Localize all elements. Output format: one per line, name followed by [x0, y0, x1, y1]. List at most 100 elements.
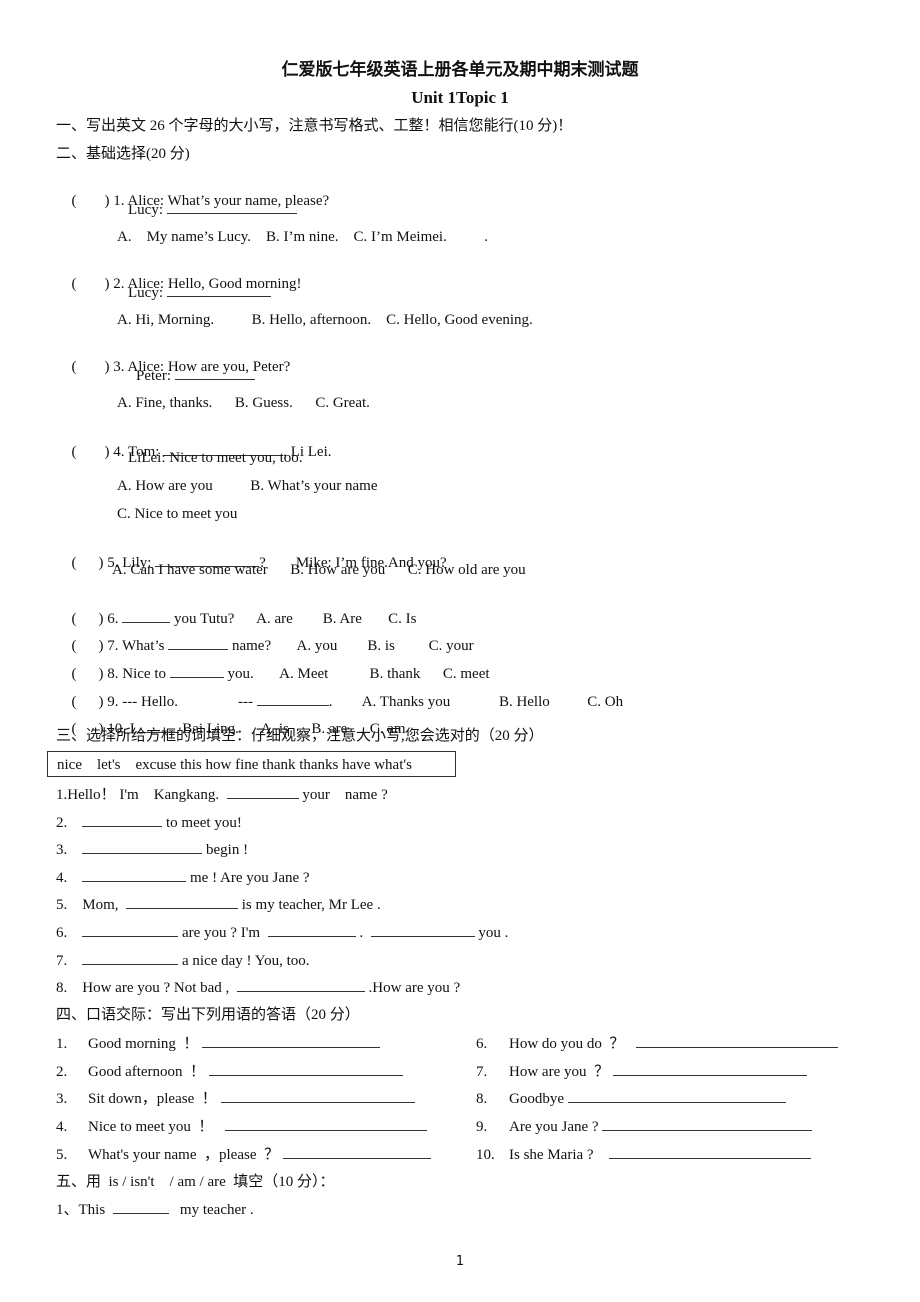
item-prompt: Nice to meet you ！	[88, 1119, 214, 1135]
fill-item-3: 3. begin !	[56, 839, 248, 859]
question-7: () 7. What’s name? A. you B. is C. your	[64, 615, 474, 654]
question-1-reply: Lucy:	[128, 199, 297, 219]
answer-blank[interactable]	[226, 784, 299, 799]
question-6: () 6. you Tutu? A. are B. Are C. Is	[64, 588, 417, 627]
question-9: () 9. --- Hello. --- . A. Thanks you B. …	[64, 671, 624, 710]
document-subtitle: Unit 1Topic 1	[411, 88, 509, 107]
item-number: 5.	[56, 1147, 68, 1163]
answer-blank[interactable]	[202, 1033, 381, 1048]
question-4-options-2: C. Nice to meet you	[117, 506, 238, 522]
item-text-pre: 1.Hello！ I'm Kangkang.	[56, 787, 220, 803]
answer-paren-close: )	[104, 276, 110, 292]
item-number: 9.	[476, 1119, 488, 1135]
word-bank-box: nice let's excuse this how fine thank th…	[47, 751, 456, 777]
answer-blank[interactable]	[635, 1033, 838, 1048]
answer-blank[interactable]	[267, 922, 356, 937]
item-text-post: .How are you ?	[364, 980, 461, 996]
answer-paren-close: )	[104, 359, 110, 375]
answer-paren-open[interactable]: (	[72, 444, 77, 460]
item-text-post: is my teacher, Mr Lee .	[238, 897, 381, 913]
question-2-options: A. Hi, Morning. B. Hello, afternoon. C. …	[117, 312, 533, 328]
dialogue-item-10: 10. Is she Maria ?	[476, 1144, 811, 1164]
dialogue-item-7: 7. How are you ？	[476, 1061, 807, 1081]
item-prompt: How do you do ？	[509, 1036, 625, 1052]
answer-blank[interactable]	[112, 1199, 169, 1214]
answer-blank[interactable]	[612, 1061, 807, 1076]
answer-blank[interactable]	[236, 977, 365, 992]
answer-blank[interactable]	[126, 894, 239, 909]
question-5: () 5. Lily: ? Mike: I’m fine.And you?	[64, 532, 447, 571]
item-number: 6.	[476, 1036, 488, 1052]
item-number: 8.	[476, 1091, 488, 1107]
page-number: 1	[455, 1254, 465, 1269]
item-text-pre: 3.	[56, 842, 68, 858]
question-2: () 2. Alice: Hello, Good morning!	[64, 254, 302, 292]
answer-paren-close: )	[104, 444, 110, 460]
answer-blank[interactable]	[174, 365, 255, 380]
item-prompt: How are you ？	[509, 1064, 609, 1080]
answer-blank[interactable]	[567, 1088, 786, 1103]
answer-paren-open[interactable]: (	[72, 276, 77, 292]
item-text-post: me ! Are you Jane ?	[186, 870, 310, 886]
answer-blank[interactable]	[602, 1116, 813, 1131]
answer-blank[interactable]	[166, 282, 271, 297]
answer-blank[interactable]	[224, 1116, 427, 1131]
dialogue-item-5: 5. What's your name ，please ？	[56, 1144, 431, 1164]
item-number: 1.	[56, 1036, 68, 1052]
dialogue-item-3: 3. Sit down，please ！	[56, 1088, 415, 1108]
answer-blank[interactable]	[282, 1144, 431, 1159]
answer-paren-open[interactable]: (	[72, 555, 77, 571]
answer-paren-open[interactable]: (	[72, 359, 77, 375]
answer-blank[interactable]	[208, 1061, 403, 1076]
dialogue-item-9: 9. Are you Jane ?	[476, 1116, 813, 1136]
item-text-mid: .	[355, 925, 364, 941]
item-text-pre: 2.	[56, 815, 68, 831]
reply-label: Peter:	[136, 368, 171, 384]
section-2-heading: 二、基础选择(20 分)	[56, 146, 190, 162]
item-text-pre: 6.	[56, 925, 68, 941]
item-text-pre: 1、This	[56, 1202, 106, 1218]
document-title: 仁爱版七年级英语上册各单元及期中期末测试题	[281, 60, 639, 79]
section-4-heading: 四、口语交际：写出下列用语的答语（20 分）	[56, 1007, 360, 1023]
answer-blank[interactable]	[370, 922, 475, 937]
fill-item-5: 5. Mom, is my teacher, Mr Lee .	[56, 894, 381, 914]
dialogue-item-2: 2. Good afternoon ！	[56, 1061, 403, 1081]
dialogue-item-4: 4. Nice to meet you ！	[56, 1116, 427, 1136]
answer-blank[interactable]	[82, 922, 179, 937]
answer-paren-close: )	[98, 555, 104, 571]
answer-blank[interactable]	[82, 950, 179, 965]
answer-paren-open[interactable]: (	[72, 193, 77, 209]
question-5-options: A. Can I have some water B. How are you …	[112, 562, 526, 578]
item-text-mid: are you ? I'm	[178, 925, 261, 941]
reply-label: Lucy:	[128, 285, 163, 301]
question-4-options-1: A. How are you B. What’s your name	[117, 478, 378, 494]
item-text-post: your name ?	[298, 787, 388, 803]
question-3-options: A. Fine, thanks. B. Guess. C. Great.	[117, 395, 370, 411]
answer-blank[interactable]	[82, 812, 163, 827]
section-3-heading: 三、选择所给方框的词填空：仔细观察，注意大小写,您会选对的（20 分）	[56, 728, 544, 744]
question-3: () 3. Alice: How are you, Peter?	[64, 337, 291, 375]
item-text-post: my teacher .	[176, 1202, 254, 1218]
item-text-post: to meet you!	[162, 815, 242, 831]
reply-label: Lucy:	[128, 202, 163, 218]
answer-blank[interactable]	[82, 867, 187, 882]
item-prompt: Is she Maria ?	[509, 1147, 594, 1163]
question-2-reply: Lucy:	[128, 282, 271, 302]
answer-blank[interactable]	[166, 199, 297, 214]
item-prompt: Goodbye	[509, 1091, 564, 1107]
section-5-heading: 五、用 is / isn't / am / are 填空（10 分）：	[56, 1174, 335, 1190]
answer-blank[interactable]	[82, 839, 203, 854]
dialogue-item-8: 8. Goodbye	[476, 1088, 786, 1108]
item-prompt: Good morning ！	[88, 1036, 199, 1052]
question-1-options: A. My name’s Lucy. B. I’m nine. C. I’m M…	[117, 229, 489, 245]
answer-blank[interactable]	[608, 1144, 811, 1159]
word-bank-words: nice let's excuse this how fine thank th…	[57, 757, 412, 773]
answer-blank[interactable]	[220, 1088, 415, 1103]
item-number: 4.	[56, 1119, 68, 1135]
item-prompt: Good afternoon ！	[88, 1064, 206, 1080]
fill-item-2: 2. to meet you!	[56, 812, 242, 832]
question-1: () 1. Alice: What’s your name, please?	[64, 171, 330, 209]
fill-item-6: 6. are you ? I'm . you .	[56, 922, 508, 942]
answer-paren-close: )	[104, 193, 110, 209]
question-3-reply: Peter:	[136, 365, 255, 385]
